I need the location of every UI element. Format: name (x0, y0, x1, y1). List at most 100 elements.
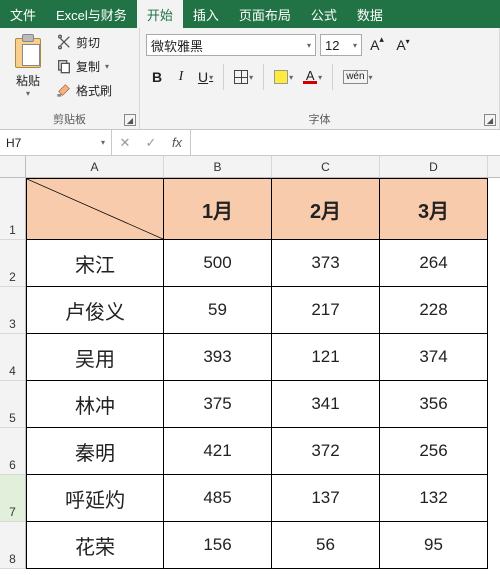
cell-a5[interactable]: 林冲 (26, 381, 164, 428)
cell-b4[interactable]: 393 (164, 334, 272, 381)
col-head-b[interactable]: B (164, 156, 272, 177)
cell-c2[interactable]: 373 (272, 240, 380, 287)
cell-b7[interactable]: 485 (164, 475, 272, 522)
ribbon: 粘贴 ▾ 剪切 复制▾ (0, 28, 500, 130)
cell-d2[interactable]: 264 (380, 240, 488, 287)
cell-d7[interactable]: 132 (380, 475, 488, 522)
cancel-edit-button[interactable]: ✕ (112, 135, 138, 151)
cell-c5[interactable]: 341 (272, 381, 380, 428)
cell-a8[interactable]: 花荣 (26, 522, 164, 569)
increase-font-size-button[interactable]: A▴ (366, 34, 388, 56)
cell-c1[interactable]: 2月 (272, 178, 380, 240)
italic-button[interactable]: I (170, 66, 192, 88)
menu-tab-addin[interactable]: Excel与财务 (46, 0, 137, 28)
chevron-down-icon: ▾ (101, 138, 105, 147)
menu-tab-file[interactable]: 文件 (0, 0, 46, 28)
cell-d8[interactable]: 95 (380, 522, 488, 569)
cell-c6[interactable]: 372 (272, 428, 380, 475)
cell-d6[interactable]: 256 (380, 428, 488, 475)
scissors-icon (56, 34, 72, 50)
cell-a3[interactable]: 卢俊义 (26, 287, 164, 334)
cell-b5[interactable]: 375 (164, 381, 272, 428)
underline-button[interactable]: U▾ (194, 66, 217, 88)
chevron-down-icon: ▾ (307, 41, 311, 50)
format-painter-button[interactable]: 格式刷 (56, 80, 112, 100)
menu-tab-insert[interactable]: 插入 (183, 0, 229, 28)
menu-tab-pagelayout[interactable]: 页面布局 (229, 0, 301, 28)
insert-function-button[interactable]: fx (164, 135, 190, 150)
check-icon: ✓ (146, 135, 157, 151)
cell-a2[interactable]: 宋江 (26, 240, 164, 287)
cell-c3[interactable]: 217 (272, 287, 380, 334)
phonetic-guide-button[interactable]: wén▾ (339, 66, 376, 88)
row-head-2[interactable]: 2 (0, 240, 26, 287)
font-name-value: 微软雅黑 (151, 36, 203, 55)
cut-button[interactable]: 剪切 (56, 32, 112, 52)
chevron-down-icon: ▾ (26, 89, 30, 98)
copy-icon (56, 58, 72, 74)
format-painter-label: 格式刷 (76, 82, 112, 99)
separator (223, 64, 224, 90)
menu-tab-home[interactable]: 开始 (137, 0, 183, 28)
cell-b3[interactable]: 59 (164, 287, 272, 334)
row-head-5[interactable]: 5 (0, 381, 26, 428)
ribbon-group-clipboard: 粘贴 ▾ 剪切 复制▾ (0, 28, 140, 129)
select-all-corner[interactable] (0, 156, 26, 177)
worksheet: A B C D 1 1月 2月 3月 2 宋江 500 373 264 3 卢俊… (0, 156, 500, 569)
x-icon: ✕ (120, 135, 131, 151)
cell-a6[interactable]: 秦明 (26, 428, 164, 475)
font-group-label: 字体 (146, 109, 493, 127)
clipboard-group-label: 剪贴板 (6, 109, 133, 127)
cell-d1[interactable]: 3月 (380, 178, 488, 240)
confirm-edit-button[interactable]: ✓ (138, 135, 164, 151)
paste-button[interactable]: 粘贴 ▾ (6, 32, 50, 109)
cell-a7[interactable]: 呼延灼 (26, 475, 164, 522)
copy-button[interactable]: 复制▾ (56, 56, 112, 76)
cut-label: 剪切 (76, 34, 100, 51)
col-head-c[interactable]: C (272, 156, 380, 177)
row-head-7[interactable]: 7 (0, 475, 26, 522)
cell-b2[interactable]: 500 (164, 240, 272, 287)
paint-bucket-icon (274, 70, 288, 84)
row-head-8[interactable]: 8 (0, 522, 26, 569)
fill-color-button[interactable]: ▾ (270, 66, 297, 88)
borders-button[interactable]: ▾ (230, 66, 257, 88)
cell-d5[interactable]: 356 (380, 381, 488, 428)
cell-d4[interactable]: 374 (380, 334, 488, 381)
cell-d3[interactable]: 228 (380, 287, 488, 334)
menu-tab-formulas[interactable]: 公式 (301, 0, 347, 28)
font-color-button[interactable]: A▾ (299, 66, 326, 88)
clipboard-paste-icon (13, 34, 43, 70)
clipboard-dialog-launcher[interactable]: ◢ (124, 114, 136, 126)
row-head-1[interactable]: 1 (0, 178, 26, 240)
font-size-combo[interactable]: 12 ▾ (320, 34, 362, 56)
cell-a4[interactable]: 吴用 (26, 334, 164, 381)
name-box-value: H7 (6, 136, 21, 150)
decrease-font-size-button[interactable]: A▾ (392, 34, 414, 56)
cell-a1[interactable] (26, 178, 164, 240)
formula-input[interactable] (191, 130, 500, 155)
col-head-d[interactable]: D (380, 156, 488, 177)
cell-c7[interactable]: 137 (272, 475, 380, 522)
font-dialog-launcher[interactable]: ◢ (484, 114, 496, 126)
row-head-3[interactable]: 3 (0, 287, 26, 334)
font-name-combo[interactable]: 微软雅黑 ▾ (146, 34, 316, 56)
name-box[interactable]: H7 ▾ (0, 130, 112, 155)
paintbrush-icon (56, 82, 72, 98)
cell-c8[interactable]: 56 (272, 522, 380, 569)
cell-b6[interactable]: 421 (164, 428, 272, 475)
cell-c4[interactable]: 121 (272, 334, 380, 381)
cell-b1[interactable]: 1月 (164, 178, 272, 240)
menu-tab-data[interactable]: 数据 (347, 0, 393, 28)
row-head-6[interactable]: 6 (0, 428, 26, 475)
bold-button[interactable]: B (146, 66, 168, 88)
column-headers: A B C D (0, 156, 500, 178)
col-head-a[interactable]: A (26, 156, 164, 177)
chevron-down-icon: ▾ (353, 41, 357, 50)
separator (263, 64, 264, 90)
row-head-4[interactable]: 4 (0, 334, 26, 381)
cell-b8[interactable]: 156 (164, 522, 272, 569)
diagonal-line-icon (27, 179, 163, 239)
formula-bar: H7 ▾ ✕ ✓ fx (0, 130, 500, 156)
borders-icon (234, 70, 248, 84)
